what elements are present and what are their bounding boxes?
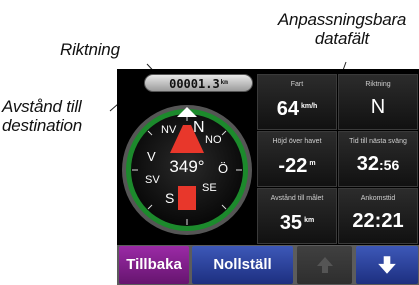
compass-label-north: N bbox=[193, 119, 205, 136]
data-field-value: 35 km bbox=[279, 212, 315, 234]
compass-label-south: S bbox=[165, 190, 174, 206]
data-field-elevation[interactable]: Höjd över havet -22 m bbox=[257, 131, 337, 187]
compass-screen: N NO NV V Ö SV SE S 349° 00001.3km Fart … bbox=[117, 69, 419, 285]
callout-distance-line1: Avstånd till bbox=[2, 97, 82, 116]
scroll-down-button[interactable] bbox=[356, 246, 418, 284]
data-field-time-to-next-turn[interactable]: Tid till nästa sväng 32:56 bbox=[338, 131, 418, 187]
data-field-label: Tid till nästa sväng bbox=[349, 138, 407, 145]
data-field-value: N bbox=[370, 96, 386, 118]
data-field-heading[interactable]: Riktning N bbox=[338, 74, 418, 130]
odometer-unit: km bbox=[220, 79, 228, 86]
data-field-label: Riktning bbox=[365, 81, 391, 88]
callout-heading: Riktning bbox=[60, 40, 120, 59]
data-field-arrival-time[interactable]: Ankomsttid 22:21 bbox=[338, 188, 418, 244]
data-field-label: Fart bbox=[290, 81, 304, 88]
data-field-value: 22:21 bbox=[352, 210, 404, 232]
callout-custom-data-fields-line2: datafält bbox=[314, 29, 370, 48]
arrow-down-icon bbox=[378, 256, 396, 274]
callout-custom-data-fields-line1: Anpassningsbara bbox=[277, 10, 407, 29]
data-field-value: 64 km/h bbox=[276, 98, 318, 120]
odometer-value: 00001.3 bbox=[169, 77, 220, 91]
data-field-distance-to-destination[interactable]: Avstånd till målet 35 km bbox=[257, 188, 337, 244]
arrow-up-icon bbox=[316, 257, 333, 273]
compass-label-northeast: NO bbox=[205, 134, 222, 146]
compass: N NO NV V Ö SV SE S 349° bbox=[122, 105, 252, 235]
callout-distance-line2: destination bbox=[2, 116, 83, 135]
button-bar: Tillbaka Nollställ bbox=[117, 245, 419, 285]
data-field-label: Avstånd till målet bbox=[270, 195, 324, 202]
compass-label-west: V bbox=[147, 149, 156, 164]
data-field-label: Höjd över havet bbox=[272, 138, 322, 145]
compass-heading-value: 349° bbox=[169, 157, 204, 176]
back-button[interactable]: Tillbaka bbox=[119, 246, 189, 284]
compass-label-east: Ö bbox=[218, 161, 228, 176]
data-field-value: -22 m bbox=[278, 155, 316, 177]
data-field-speed[interactable]: Fart 64 km/h bbox=[257, 74, 337, 130]
scroll-up-button[interactable] bbox=[297, 246, 352, 284]
reset-button[interactable]: Nollställ bbox=[192, 246, 293, 284]
needle-tail-icon bbox=[178, 186, 196, 210]
callout-distance-to-destination: Avstånd till destination bbox=[2, 97, 82, 135]
compass-label-southwest: SV bbox=[145, 174, 160, 186]
data-field-value: 32:56 bbox=[356, 153, 400, 175]
compass-label-southeast: SE bbox=[202, 182, 217, 194]
compass-label-northwest: NV bbox=[161, 124, 177, 136]
data-field-label: Ankomsttid bbox=[360, 195, 396, 202]
callout-custom-data-fields: Anpassningsbara datafält bbox=[266, 10, 418, 48]
trip-odometer[interactable]: 00001.3km bbox=[144, 74, 253, 92]
